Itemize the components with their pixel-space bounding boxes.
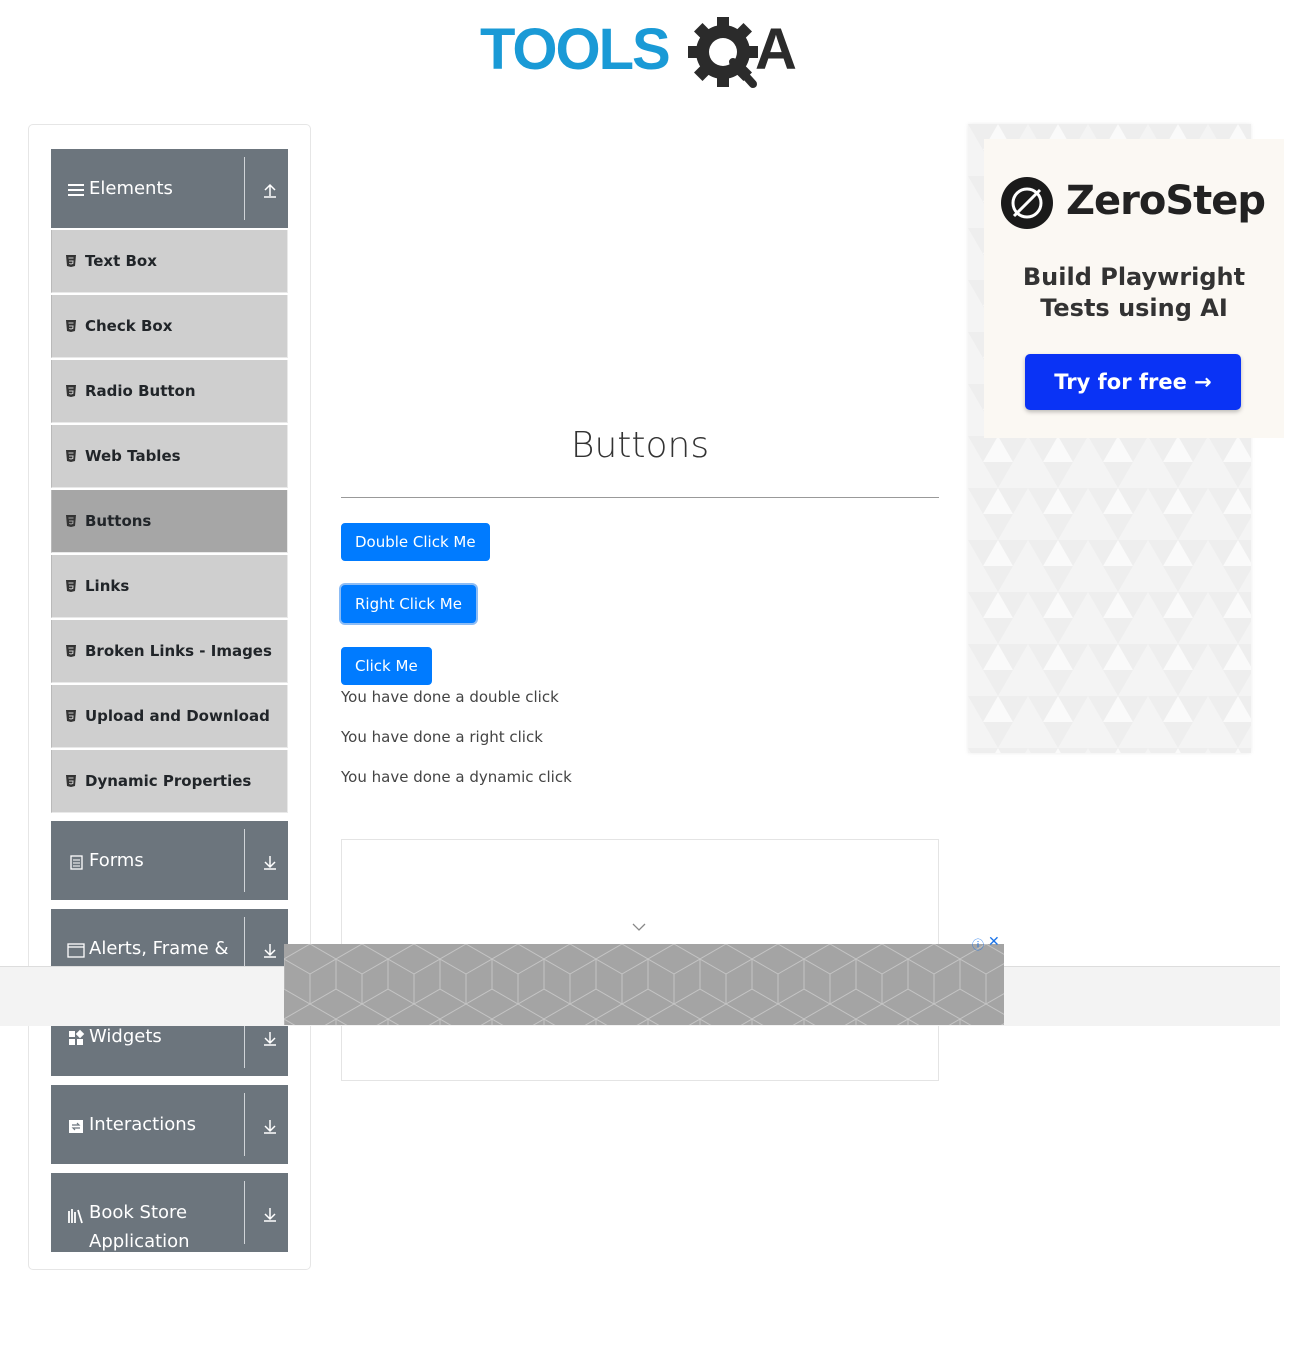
sidebar-item-label: Text Box bbox=[85, 252, 157, 270]
sidebar-item-label: Links bbox=[85, 577, 130, 595]
html5-icon bbox=[66, 385, 76, 397]
logo-tools-text: TOOLS bbox=[480, 17, 669, 82]
html5-icon bbox=[66, 645, 76, 657]
form-icon bbox=[70, 855, 83, 870]
group-label: Widgets bbox=[89, 1026, 162, 1047]
expand-down-icon[interactable] bbox=[261, 853, 279, 871]
sidebar-item-links[interactable]: Links bbox=[51, 555, 288, 618]
elements-menu-list: Text Box Check Box Radio Button Web Tabl… bbox=[51, 230, 288, 815]
tagline-line2: Tests using AI bbox=[1040, 294, 1228, 322]
divider bbox=[244, 829, 245, 892]
page-title: Buttons bbox=[570, 425, 710, 466]
sidebar-item-web-tables[interactable]: Web Tables bbox=[51, 425, 288, 488]
try-for-free-button[interactable]: Try for free → bbox=[1025, 354, 1241, 410]
books-icon bbox=[68, 1209, 83, 1224]
zerostep-tagline: Build Playwright Tests using AI bbox=[1000, 262, 1268, 324]
dynamic-click-message: You have done a dynamic click bbox=[341, 768, 572, 786]
group-label: Forms bbox=[89, 850, 144, 871]
divider bbox=[244, 1181, 245, 1244]
html5-icon bbox=[66, 580, 76, 592]
html5-icon bbox=[66, 255, 76, 267]
group-label: Alerts, Frame & bbox=[89, 938, 229, 959]
click-me-button[interactable]: Click Me bbox=[341, 647, 432, 685]
logo-a-text: A bbox=[755, 17, 797, 82]
group-label: Application bbox=[89, 1231, 190, 1252]
sidebar-item-label: Broken Links - Images bbox=[85, 642, 272, 660]
ad-close-icon[interactable]: ✕ bbox=[988, 934, 1000, 950]
sidebar-item-label: Buttons bbox=[85, 512, 152, 530]
bottom-ad-banner[interactable] bbox=[284, 944, 1004, 1025]
sidebar-item-label: Web Tables bbox=[85, 447, 181, 465]
divider bbox=[244, 157, 245, 220]
html5-icon bbox=[66, 450, 76, 462]
left-sidebar: Elements Text Box Check Box Radio Button… bbox=[28, 124, 311, 1270]
zerostep-brand: ZeroStep bbox=[1066, 178, 1266, 224]
html5-icon bbox=[66, 710, 76, 722]
group-forms[interactable]: Forms bbox=[51, 821, 288, 900]
sidebar-item-radio-button[interactable]: Radio Button bbox=[51, 360, 288, 423]
interactions-icon bbox=[69, 1120, 83, 1133]
sidebar-item-text-box[interactable]: Text Box bbox=[51, 230, 288, 293]
group-label: Interactions bbox=[89, 1114, 197, 1135]
window-icon bbox=[67, 943, 85, 958]
sidebar-item-label: Radio Button bbox=[85, 382, 196, 400]
html5-icon bbox=[66, 320, 76, 332]
expand-down-icon[interactable] bbox=[261, 1029, 279, 1047]
html5-icon bbox=[66, 515, 76, 527]
expand-down-icon[interactable] bbox=[261, 1117, 279, 1135]
zerostep-logo-icon bbox=[1001, 177, 1053, 229]
sidebar-item-broken-links[interactable]: Broken Links - Images bbox=[51, 620, 288, 683]
double-click-message: You have done a double click bbox=[341, 688, 559, 706]
sidebar-item-label: Dynamic Properties bbox=[85, 772, 252, 790]
right-click-message: You have done a right click bbox=[341, 728, 543, 746]
sidebar-item-buttons[interactable]: Buttons bbox=[51, 490, 288, 553]
widgets-icon bbox=[69, 1029, 85, 1045]
double-click-button[interactable]: Double Click Me bbox=[341, 523, 490, 561]
sidebar-item-upload-download[interactable]: Upload and Download bbox=[51, 685, 288, 748]
gear-magnifier-icon bbox=[688, 17, 758, 88]
hamburger-icon bbox=[68, 184, 84, 196]
group-interactions[interactable]: Interactions bbox=[51, 1085, 288, 1164]
sidebar-item-label: Upload and Download bbox=[85, 707, 270, 725]
right-click-button[interactable]: Right Click Me bbox=[341, 585, 476, 623]
ad-info-icon[interactable]: ⓘ bbox=[972, 936, 984, 953]
title-divider bbox=[341, 497, 939, 498]
expand-down-icon[interactable] bbox=[261, 1205, 279, 1223]
divider bbox=[244, 1093, 245, 1156]
html5-icon bbox=[66, 775, 76, 787]
expand-down-icon[interactable] bbox=[261, 941, 279, 959]
group-book-store[interactable]: Book Store Application bbox=[51, 1173, 288, 1252]
group-elements[interactable]: Elements bbox=[51, 149, 288, 228]
chevron-down-icon[interactable] bbox=[632, 922, 646, 932]
sidebar-item-dynamic-properties[interactable]: Dynamic Properties bbox=[51, 750, 288, 813]
tagline-line1: Build Playwright bbox=[1022, 263, 1246, 291]
toolsqa-logo[interactable]: TOOLS A bbox=[480, 14, 810, 94]
sidebar-item-check-box[interactable]: Check Box bbox=[51, 295, 288, 358]
sidebar-item-label: Check Box bbox=[85, 317, 173, 335]
group-label: Elements bbox=[89, 178, 173, 199]
group-label: Book Store bbox=[89, 1202, 188, 1223]
collapse-up-icon[interactable] bbox=[261, 181, 279, 199]
